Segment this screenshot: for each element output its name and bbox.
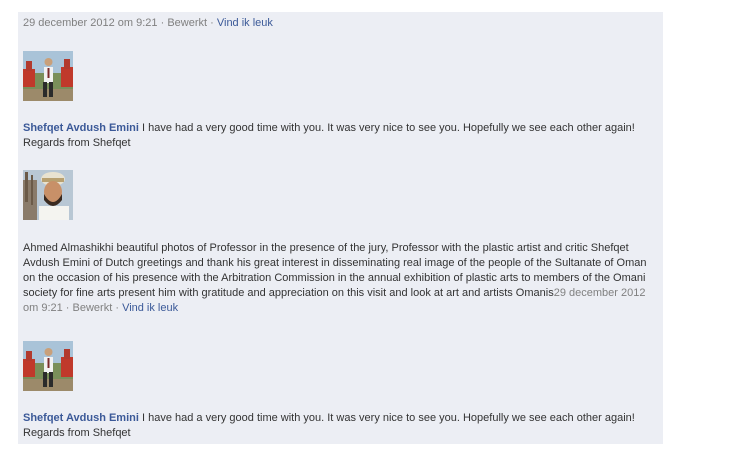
edited-label[interactable]: Bewerkt (73, 302, 113, 314)
comment-timestamp[interactable]: 29 december 2012 om 9:21 (23, 17, 158, 29)
comment-2: Ahmed Almashikhi beautiful photos of Pro… (23, 241, 648, 316)
top-comment-meta: 29 december 2012 om 9:21 · Bewerkt · Vin… (23, 16, 273, 31)
comment-1: Shefqet Avdush Emini I have had a very g… (23, 121, 648, 151)
meta-separator: · (112, 302, 123, 314)
avatar-shefqet[interactable] (23, 341, 73, 391)
meta-separator: · (62, 302, 73, 314)
comment-author[interactable]: Shefqet Avdush Emini (23, 412, 139, 424)
edited-label[interactable]: Bewerkt (167, 17, 207, 29)
avatar-ahmed[interactable] (23, 170, 73, 220)
comment-3: Shefqet Avdush Emini I have had a very g… (23, 411, 648, 441)
like-link[interactable]: Vind ik leuk (122, 302, 178, 314)
avatar-shefqet[interactable] (23, 51, 73, 101)
comment-author[interactable]: Shefqet Avdush Emini (23, 122, 139, 134)
comments-panel (18, 12, 663, 444)
meta-separator: · (207, 17, 217, 29)
like-link[interactable]: Vind ik leuk (217, 17, 273, 29)
meta-separator: · (157, 17, 168, 29)
